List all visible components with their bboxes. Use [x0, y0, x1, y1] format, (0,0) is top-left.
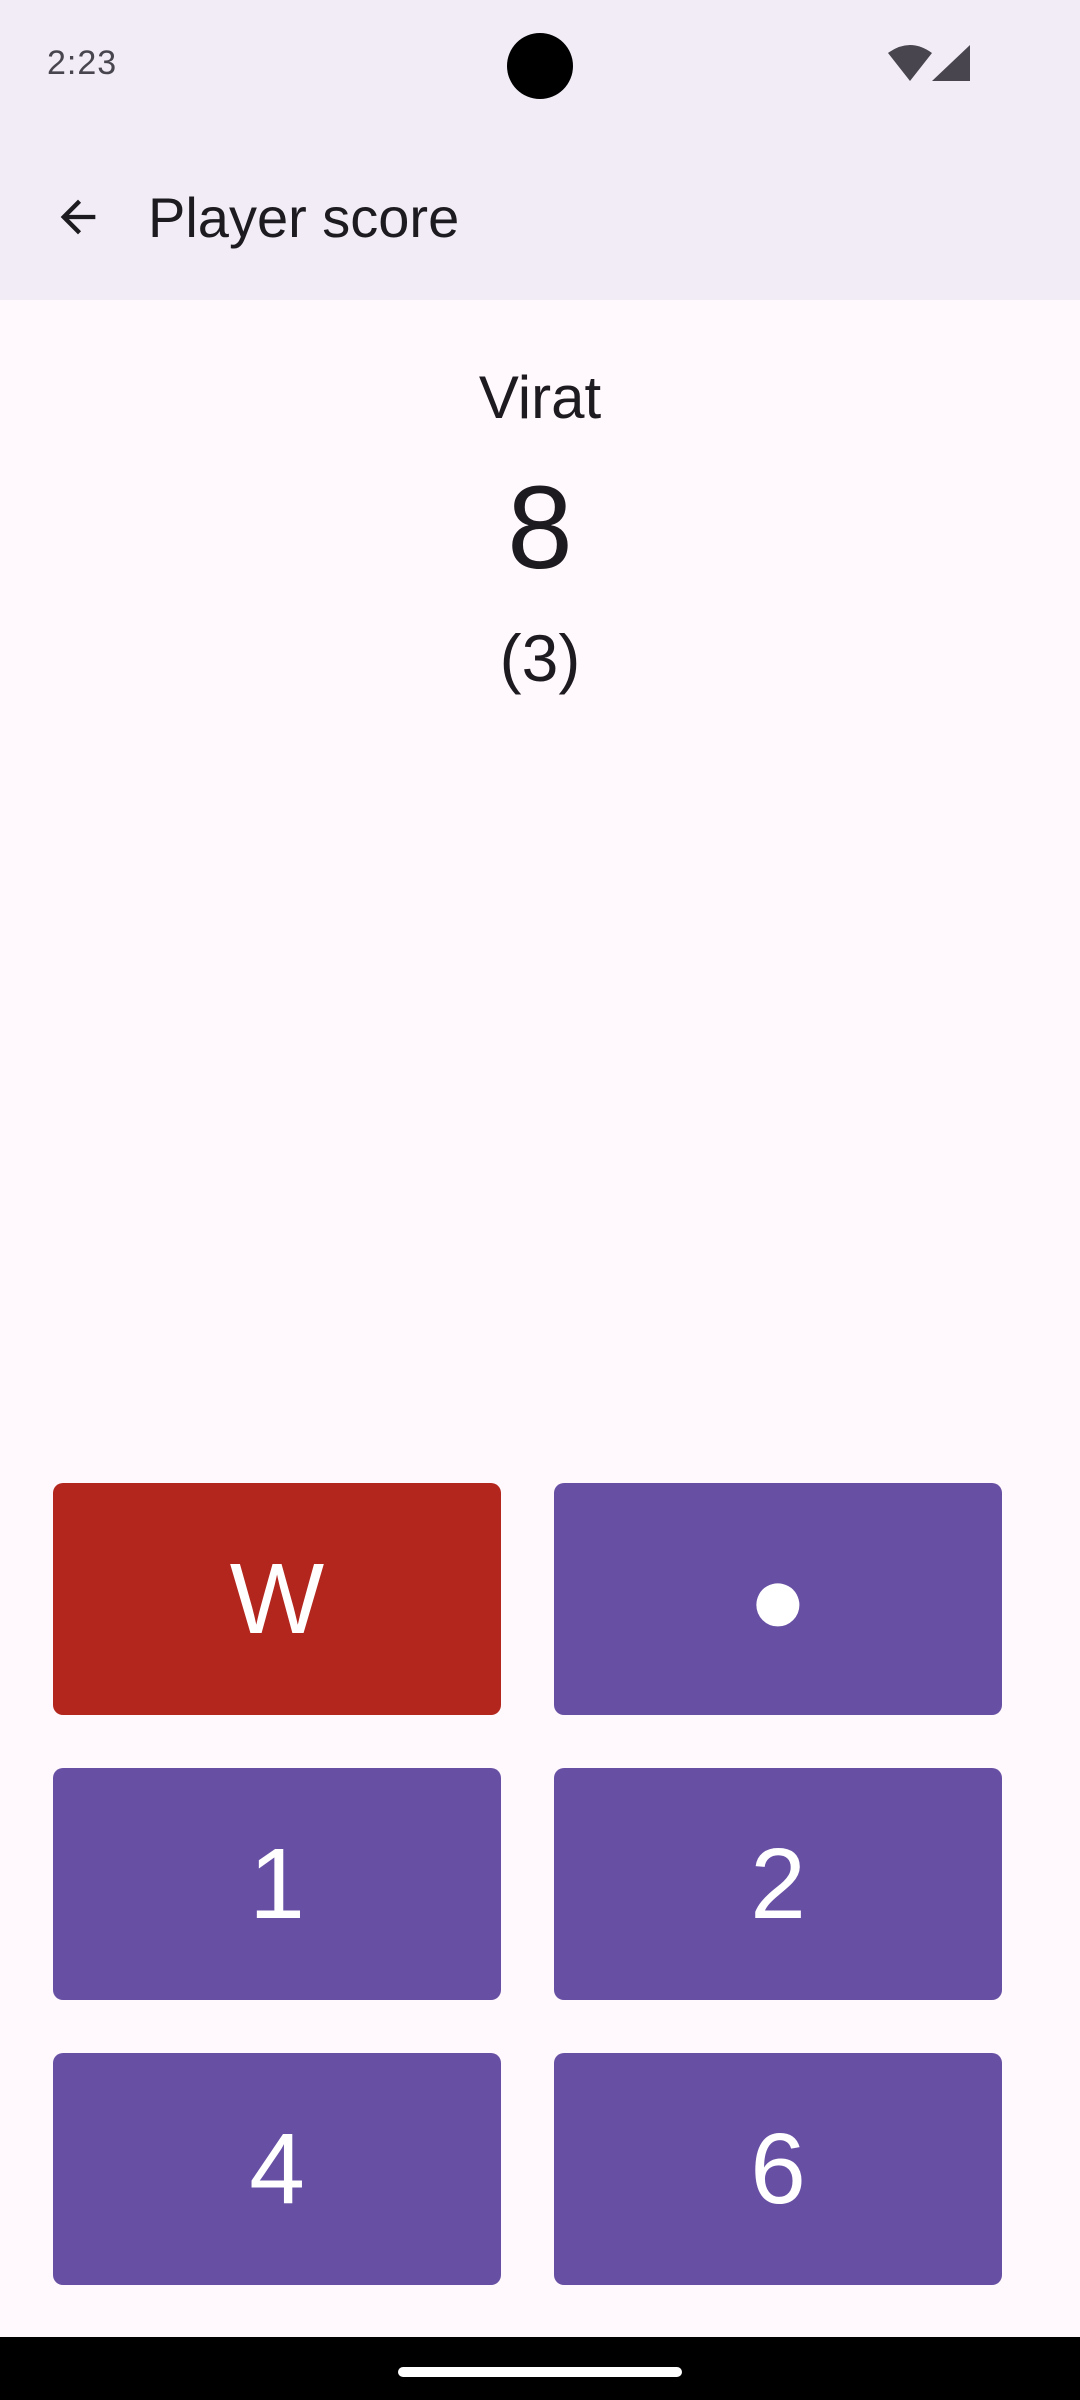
arrow-back-icon [52, 191, 104, 248]
home-gesture-handle[interactable] [398, 2367, 682, 2377]
camera-cutout [507, 33, 573, 99]
player-runs: 8 [507, 462, 573, 594]
four-runs-button[interactable]: 4 [53, 2053, 501, 2285]
status-bar: 2:23 [0, 0, 1080, 134]
system-navigation-bar [0, 2337, 1080, 2400]
wicket-button[interactable]: W [53, 1483, 501, 1715]
player-name: Virat [478, 364, 602, 431]
player-balls-faced: (3) [499, 621, 581, 695]
status-time: 2:23 [47, 44, 118, 82]
page-title: Player score [148, 186, 460, 249]
two-runs-button[interactable]: 2 [554, 1768, 1002, 2000]
top-app-bar: Player score [0, 134, 1080, 300]
one-run-button[interactable]: 1 [53, 1768, 501, 2000]
back-button[interactable] [36, 177, 120, 261]
dot-ball-button[interactable]: ● [554, 1483, 1002, 1715]
six-runs-button[interactable]: 6 [554, 2053, 1002, 2285]
